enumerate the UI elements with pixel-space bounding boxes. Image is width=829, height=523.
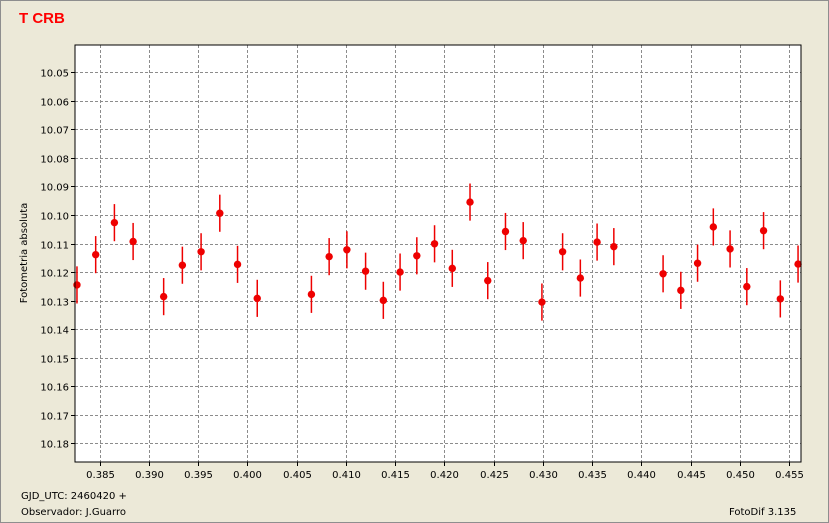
data-point bbox=[484, 276, 492, 285]
x-tick-label: 0.430 bbox=[529, 470, 558, 481]
data-point bbox=[343, 246, 351, 254]
y-tick-label: 10.18 bbox=[40, 440, 69, 451]
data-point bbox=[558, 248, 567, 256]
y-tick-label: 10.09 bbox=[40, 183, 69, 194]
x-tick-label: 0.450 bbox=[726, 470, 755, 481]
plot-area bbox=[75, 45, 801, 462]
x-tick-label: 0.405 bbox=[283, 470, 312, 481]
data-point bbox=[519, 236, 527, 245]
x-axis: 0.385 0.390 0.395 0.400 0.405 0.410 0.415 0.420… bbox=[86, 462, 804, 481]
data-point bbox=[325, 252, 333, 261]
x-tick-label: 0.400 bbox=[233, 470, 262, 481]
data-point bbox=[396, 268, 404, 276]
data-point bbox=[197, 248, 205, 256]
y-tick-label: 10.10 bbox=[40, 212, 69, 223]
data-point bbox=[501, 227, 510, 236]
data-point bbox=[693, 259, 702, 267]
data-point bbox=[379, 296, 388, 305]
x-tick-label: 0.425 bbox=[480, 470, 509, 481]
data-point bbox=[709, 223, 718, 231]
x-tick-label: 0.415 bbox=[381, 470, 410, 481]
data-point bbox=[576, 274, 585, 282]
y-tick-label: 10.08 bbox=[40, 155, 69, 166]
y-tick-label: 10.12 bbox=[40, 269, 69, 280]
data-point bbox=[178, 261, 187, 269]
data-point bbox=[538, 298, 546, 306]
gjd-label: GJD_UTC: 2460420 + bbox=[21, 491, 127, 502]
data-point bbox=[776, 295, 785, 303]
data-point bbox=[659, 270, 667, 278]
data-point bbox=[73, 281, 81, 289]
data-point bbox=[743, 282, 751, 291]
x-tick-label: 0.420 bbox=[430, 470, 459, 481]
data-point bbox=[361, 267, 370, 275]
data-point bbox=[448, 264, 456, 273]
y-tick-label: 10.16 bbox=[40, 383, 69, 394]
x-tick-label: 0.410 bbox=[332, 470, 361, 481]
data-point bbox=[466, 198, 474, 206]
x-tick-label: 0.445 bbox=[677, 470, 706, 481]
x-tick-label: 0.440 bbox=[627, 470, 656, 481]
photometry-plot: 0.385 0.390 0.395 0.400 0.405 0.410 0.415 0.420… bbox=[19, 44, 804, 481]
y-axis-title: Fotometria absoluta bbox=[19, 203, 30, 304]
version-label: FotoDif 3.135 bbox=[729, 507, 797, 518]
y-tick-label: 10.07 bbox=[40, 126, 69, 137]
data-point bbox=[233, 260, 242, 269]
data-point bbox=[307, 290, 316, 299]
data-point bbox=[413, 252, 421, 260]
x-tick-label: 0.385 bbox=[86, 470, 115, 481]
observer-label: Observador: J.Guarro bbox=[21, 507, 126, 518]
y-tick-label: 10.11 bbox=[40, 241, 69, 252]
y-tick-label: 10.05 bbox=[40, 69, 69, 80]
data-point bbox=[430, 240, 439, 248]
data-point bbox=[610, 242, 618, 251]
x-tick-label: 0.435 bbox=[578, 470, 607, 481]
x-tick-label: 0.395 bbox=[184, 470, 213, 481]
data-point bbox=[129, 237, 137, 246]
data-point bbox=[216, 209, 224, 217]
data-point bbox=[726, 245, 734, 253]
data-point bbox=[759, 226, 768, 235]
data-point bbox=[253, 294, 261, 303]
x-tick-label: 0.455 bbox=[775, 470, 804, 481]
data-point bbox=[593, 238, 601, 246]
x-tick-label: 0.390 bbox=[135, 470, 164, 481]
data-point bbox=[677, 286, 685, 295]
y-tick-label: 10.15 bbox=[40, 355, 69, 366]
y-axis: 10.05 10.06 10.07 10.08 10.09 10.10 10.11 10.12… bbox=[40, 69, 75, 451]
chart-title: T CRB bbox=[19, 10, 65, 27]
y-tick-label: 10.06 bbox=[40, 98, 69, 109]
y-tick-label: 10.14 bbox=[40, 326, 69, 337]
y-tick-label: 10.17 bbox=[40, 412, 69, 423]
chart-window: 0.385 0.390 0.395 0.400 0.405 0.410 0.415 0.420… bbox=[0, 0, 829, 523]
data-point bbox=[159, 292, 168, 301]
data-point bbox=[91, 250, 100, 259]
data-point bbox=[110, 218, 119, 227]
y-tick-label: 10.13 bbox=[40, 298, 69, 309]
